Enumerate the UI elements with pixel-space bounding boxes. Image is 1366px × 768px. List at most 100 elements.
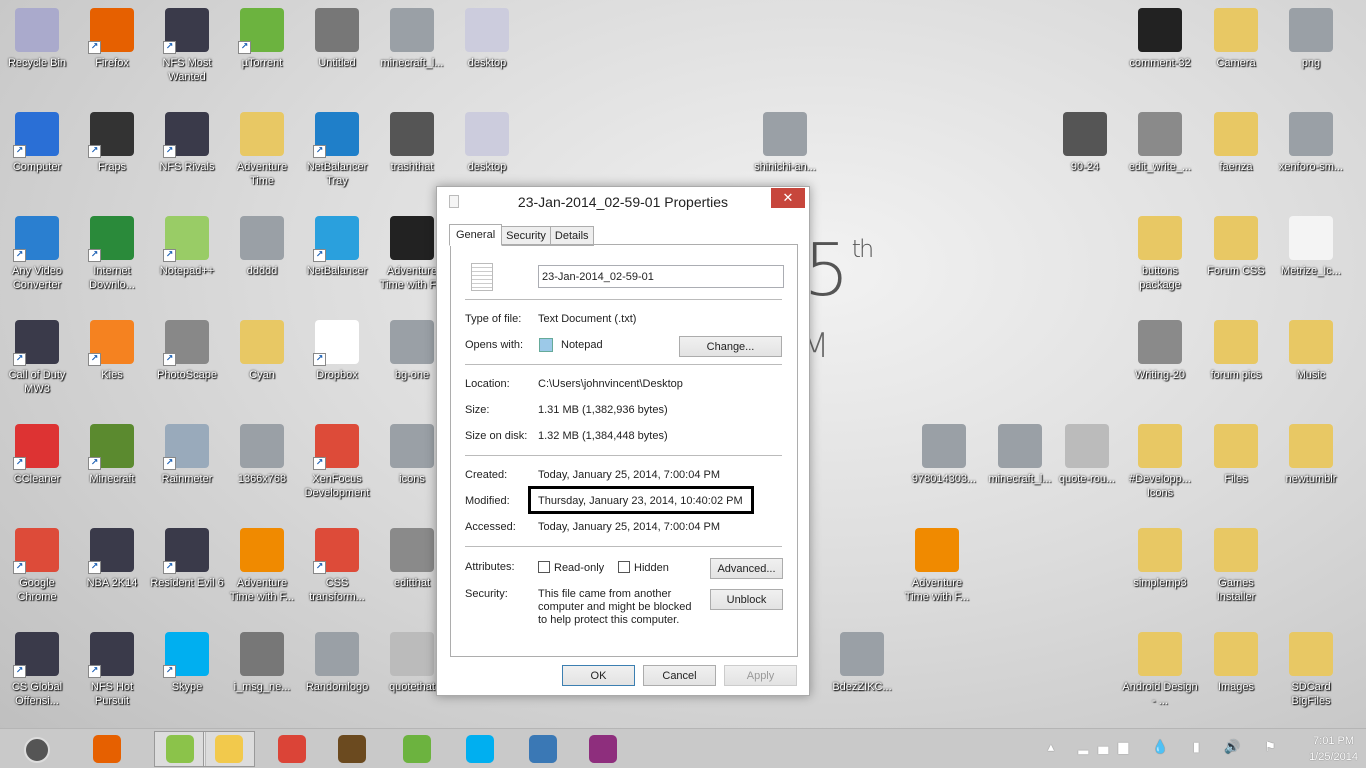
file-explorer-icon — [215, 735, 243, 763]
desktop-icon[interactable]: #Developp... Icons — [1122, 424, 1198, 500]
opens-value: Notepad — [561, 339, 603, 351]
desktop-icon[interactable]: ↗ Minecraft — [74, 424, 150, 486]
desktop-icon[interactable]: Forum CSS — [1198, 216, 1274, 278]
desktop-icon[interactable]: ↗ Rainmeter — [149, 424, 225, 486]
taskbar-button[interactable] — [81, 731, 133, 767]
desktop-icon[interactable]: ↗ NFS Most Wanted — [149, 8, 225, 84]
desktop-icon[interactable]: ↗ Resident Evil 6 — [149, 528, 225, 590]
desktop-icon[interactable]: ↗ NFS Hot Pursuit — [74, 632, 150, 708]
desktop-icon[interactable]: Camera — [1198, 8, 1274, 70]
filename-input[interactable] — [538, 265, 784, 288]
desktop-icon[interactable]: Music — [1273, 320, 1349, 382]
desktop-icon[interactable]: minecraft_l... — [374, 8, 450, 70]
unblock-button[interactable]: Unblock — [710, 589, 783, 610]
desktop-icon-label: PhotoScape — [157, 369, 217, 381]
desktop-icon[interactable]: Files — [1198, 424, 1274, 486]
taskbar-button[interactable] — [517, 731, 569, 767]
close-button[interactable]: ✕ — [771, 188, 805, 208]
desktop-icon[interactable]: ↗ Notepad++ — [149, 216, 225, 278]
desktop-icon[interactable]: ↗ Fraps — [74, 112, 150, 174]
desktop-icon[interactable]: faenza — [1198, 112, 1274, 174]
desktop-icon[interactable]: Adventure Time with F... — [899, 528, 975, 604]
desktop-icon[interactable]: 90-24 — [1047, 112, 1123, 174]
ok-button[interactable]: OK — [562, 665, 635, 686]
desktop-icon[interactable]: Randomlogo — [299, 632, 375, 694]
desktop-icon[interactable]: shinichi-an... — [747, 112, 823, 174]
shortcut-arrow-icon: ↗ — [313, 145, 326, 158]
desktop-icon[interactable]: newtumblr — [1273, 424, 1349, 486]
desktop-icon[interactable]: ↗ NetBalancer — [299, 216, 375, 278]
start-button[interactable] — [24, 737, 50, 763]
desktop-icon[interactable]: simplemp3 — [1122, 528, 1198, 590]
desktop-icon[interactable]: quote-rou... — [1049, 424, 1125, 486]
desktop-icon[interactable]: ↗ Google Chrome — [0, 528, 75, 604]
desktop-icon[interactable]: Writing-20 — [1122, 320, 1198, 382]
desktop-icon[interactable]: 1366x768 — [224, 424, 300, 486]
desktop-icon[interactable]: ↗ Kies — [74, 320, 150, 382]
desktop-icon[interactable]: 978014303... — [906, 424, 982, 486]
desktop-icon[interactable]: ↗ µTorrent — [224, 8, 300, 70]
desktop-icon[interactable]: comment-32 — [1122, 8, 1198, 70]
tab-general[interactable]: General — [449, 224, 503, 246]
desktop-icon[interactable]: ↗ CS Global Offensi... — [0, 632, 75, 708]
desktop-icon[interactable]: Adventure Time with F... — [224, 528, 300, 604]
readonly-checkbox[interactable]: Read-only — [538, 561, 604, 574]
desktop-icon[interactable]: ddddd — [224, 216, 300, 278]
desktop-icon[interactable]: ↗ NBA 2K14 — [74, 528, 150, 590]
taskbar-button[interactable] — [326, 731, 378, 767]
desktop-icon[interactable]: SDCard BigFiles — [1273, 632, 1349, 708]
desktop-icon[interactable]: Recycle Bin — [0, 8, 75, 70]
clock[interactable]: 7:01 PM 1/25/2014 — [1309, 733, 1358, 765]
desktop-icon[interactable]: desktop — [449, 112, 525, 174]
desktop-icon[interactable]: desktop — [449, 8, 525, 70]
taskbar-button[interactable] — [266, 731, 318, 767]
desktop-icon[interactable]: Adventure Time — [224, 112, 300, 188]
taskbar-button[interactable] — [203, 731, 255, 767]
desktop-icon[interactable]: Images — [1198, 632, 1274, 694]
desktop-icon[interactable]: ↗ Firefox — [74, 8, 150, 70]
desktop-icon[interactable]: Untitled — [299, 8, 375, 70]
apply-button[interactable]: Apply — [724, 665, 797, 686]
tab-security[interactable]: Security — [501, 226, 551, 246]
desktop-icon[interactable]: Games Installer — [1198, 528, 1274, 604]
desktop-icon[interactable]: trashthat — [374, 112, 450, 174]
chrome-icon: ↗ — [313, 528, 359, 574]
desktop-icon[interactable]: Cyan — [224, 320, 300, 382]
desktop-icon[interactable]: BdezZIKC... — [824, 632, 900, 694]
desktop-icon[interactable]: ↗ Computer — [0, 112, 75, 174]
cancel-button[interactable]: Cancel — [643, 665, 716, 686]
desktop-icon[interactable]: ↗ Skype — [149, 632, 225, 694]
taskbar-button[interactable] — [154, 731, 206, 767]
vlc-icon — [915, 528, 959, 572]
change-button[interactable]: Change... — [679, 336, 782, 357]
desktop-icon[interactable]: ↗ Internet Downlo... — [74, 216, 150, 292]
location-label: Location: — [465, 378, 510, 390]
tab-details[interactable]: Details — [549, 226, 594, 246]
desktop-icon[interactable]: minecraft_l... — [982, 424, 1058, 486]
desktop-icon[interactable]: ↗ CSS transform... — [299, 528, 375, 604]
desktop-icon[interactable]: buttons package — [1122, 216, 1198, 292]
taskbar-button[interactable] — [577, 731, 629, 767]
desktop-icon[interactable]: png — [1273, 8, 1349, 70]
taskbar-button[interactable] — [391, 731, 443, 767]
desktop-icon[interactable]: ↗ XenFocus Development — [299, 424, 375, 500]
title-bar[interactable]: 23-Jan-2014_02-59-01 Properties ✕ — [437, 187, 809, 215]
desktop-icon[interactable]: ↗ Dropbox — [299, 320, 375, 382]
hidden-checkbox[interactable]: Hidden — [618, 561, 669, 574]
desktop-icon[interactable]: edit_write_... — [1122, 112, 1198, 174]
desktop-icon[interactable]: Metrize_Ic... — [1273, 216, 1349, 278]
desktop-icon[interactable]: forum pics — [1198, 320, 1274, 382]
desktop-icon[interactable]: ↗ Any Video Converter — [0, 216, 75, 292]
desktop-icon[interactable]: ↗ Call of Duty MW3 — [0, 320, 75, 396]
desktop-icon[interactable]: i_msg_ne... — [224, 632, 300, 694]
desktop-icon[interactable]: ↗ NFS Rivals — [149, 112, 225, 174]
advanced-button[interactable]: Advanced... — [710, 558, 783, 579]
desktop-icon[interactable]: ↗ PhotoScape — [149, 320, 225, 382]
desktop-icon[interactable]: xenforo-sm... — [1273, 112, 1349, 174]
system-tray[interactable]: ▴ ▂▄▆ 💧 ▮ 🔊 ⚑ — [1048, 740, 1286, 755]
taskbar-button[interactable] — [454, 731, 506, 767]
desktop-icon[interactable]: Android Design - ... — [1122, 632, 1198, 708]
desktop-icon[interactable]: ↗ CCleaner — [0, 424, 75, 486]
desktop-icon[interactable]: ↗ NetBalancer Tray — [299, 112, 375, 188]
desktop-icon-label: µTorrent — [241, 57, 283, 69]
